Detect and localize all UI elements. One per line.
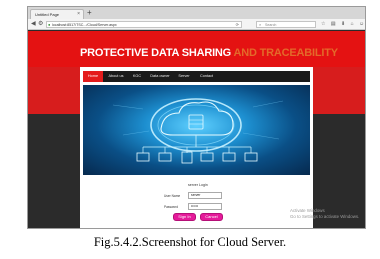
password-field[interactable]: •••••• [188,203,222,210]
figure-caption: Fig.5.4.2.Screenshot for Cloud Server. [93,235,287,249]
navigation-bar: ◀ ⚙ ● localhost:8517/TSC.../Cloud/Server… [28,19,365,30]
menu-item-data-owner[interactable]: Data owner [147,71,173,82]
main-menu: Home About us KGC Data owner Server Cont… [83,71,310,82]
settings-icon[interactable]: ⚙ [38,20,43,28]
toolbar-icons[interactable]: ☆ ▤ ⬇ ⌂ ☺ ≡ [321,20,365,28]
tab-title: Untitled Page [35,12,60,17]
password-label: Password [164,205,178,209]
cancel-button[interactable]: Cancel [200,213,223,221]
site-title-main: PROTECTIVE DATA SHARING [80,47,232,59]
address-bar[interactable]: ● localhost:8517/TSC.../Cloud/Server.asp… [46,21,242,28]
close-tab-icon[interactable]: × [77,10,80,19]
search-input[interactable]: ⌕ Search [256,21,316,28]
menu-item-server[interactable]: Server [174,71,194,82]
login-button[interactable]: Sign In [173,213,196,221]
windows-activation-watermark: Activate Windows Go to Settings to activ… [290,208,359,220]
back-icon[interactable]: ◀ [31,20,36,28]
browser-tab[interactable]: Untitled Page × [30,9,84,19]
site-title: PROTECTIVE DATA SHARING AND TRACEABILITY [80,47,338,59]
menu-item-home[interactable]: Home [83,71,103,82]
cloud-network-graphic [112,98,284,164]
browser-screenshot: Untitled Page × + ◀ ⚙ ● localhost:8517/T… [27,6,366,229]
url-text: localhost:8517/TSC.../Cloud/Server.aspx [52,23,117,27]
cloud-network-banner [83,85,310,175]
login-title: server Login [188,183,208,187]
tab-strip: Untitled Page × + [28,7,365,19]
search-placeholder: Search [265,23,277,27]
reload-icon[interactable]: ⟳ [236,22,239,27]
new-tab-icon[interactable]: + [87,8,92,17]
watermark-subtitle: Go to Settings to activate Windows. [290,214,360,219]
site-header: PROTECTIVE DATA SHARING AND TRACEABILITY [28,31,365,67]
username-label: User Name [164,194,181,198]
content-panel: Home About us KGC Data owner Server Cont… [80,67,313,228]
username-field[interactable]: server [188,192,222,199]
menu-item-about[interactable]: About us [105,71,127,82]
site-title-accent: AND TRACEABILITY [233,47,339,59]
menu-item-contact[interactable]: Contact [196,71,217,82]
search-icon: ⌕ [259,22,262,27]
menu-item-kgc[interactable]: KGC [128,71,146,82]
site-info-icon[interactable]: ● [48,22,50,27]
